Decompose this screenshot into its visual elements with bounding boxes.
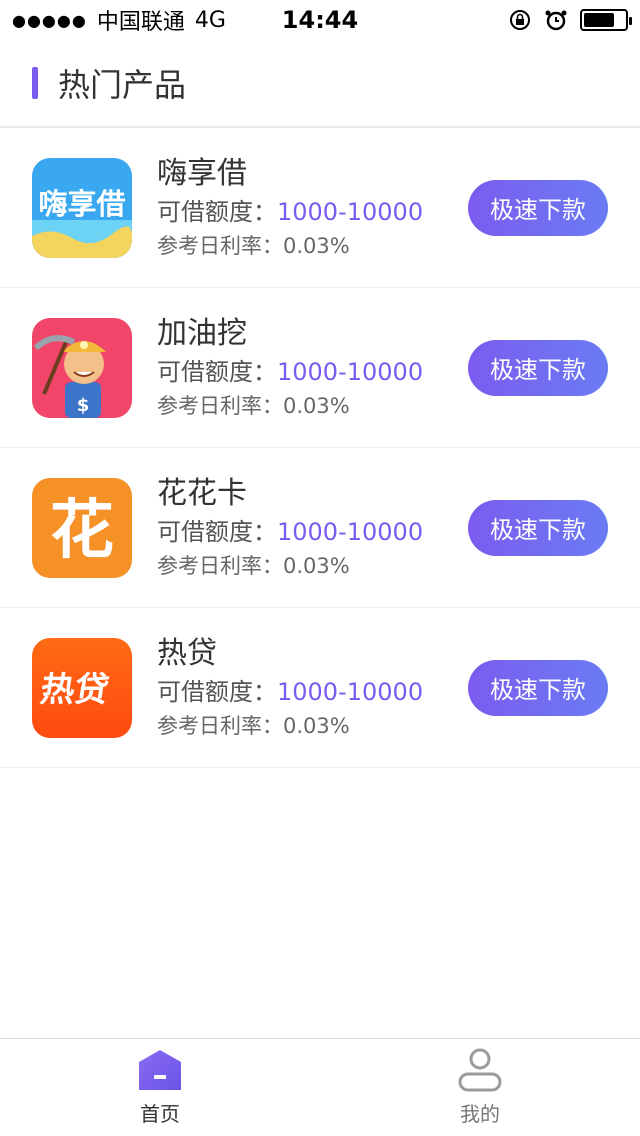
- alarm-icon: [545, 10, 567, 31]
- logo-text: 花: [50, 494, 114, 568]
- svg-text:$: $: [77, 395, 90, 416]
- page-title: 热门产品: [58, 66, 187, 104]
- rate-value: 0.03%: [283, 713, 350, 738]
- product-name: 花花卡: [157, 475, 247, 511]
- rate-row: 参考日利率：0.03%: [157, 550, 468, 582]
- tab-home[interactable]: 首页: [0, 1039, 320, 1136]
- rate-row: 参考日利率：0.03%: [157, 710, 468, 742]
- product-name: 加油挖: [157, 315, 247, 351]
- tab-label: 首页: [140, 1102, 180, 1126]
- product-name: 嗨享借: [157, 155, 247, 191]
- network-type: 4G: [194, 7, 226, 33]
- status-left: ●●●●● 中国联通 4G: [12, 4, 226, 36]
- rate-row: 参考日利率：0.03%: [157, 230, 468, 262]
- battery-level: [584, 13, 614, 27]
- apply-button[interactable]: 极速下款: [468, 499, 608, 556]
- rate-label: 参考日利率：: [157, 713, 283, 738]
- logo-text: 热贷: [38, 670, 112, 710]
- rate-value: 0.03%: [283, 393, 350, 418]
- amount-label: 可借额度：: [157, 517, 277, 546]
- app-logo-redai: 热贷: [32, 637, 132, 738]
- product-info: 嗨享借 可借额度：1000-10000 参考日利率：0.03%: [157, 154, 468, 262]
- amount-row: 可借额度：1000-10000: [157, 674, 468, 710]
- product-info: 热贷 可借额度：1000-10000 参考日利率：0.03%: [157, 634, 468, 742]
- app-logo-huahuaka: 花: [32, 477, 132, 578]
- tab-label: 我的: [460, 1102, 500, 1126]
- amount-label: 可借额度：: [157, 197, 277, 226]
- amount-value: 1000-10000: [277, 357, 424, 386]
- status-bar: ●●●●● 中国联通 4G 14:44: [0, 0, 640, 40]
- signal-icon: ●●●●●: [12, 10, 87, 30]
- amount-label: 可借额度：: [157, 357, 277, 386]
- list-item[interactable]: $ 加油挖 可借额度：1000-10000 参考日利率：0.03% 极速下款: [0, 288, 640, 448]
- rotation-lock-icon: [510, 10, 530, 30]
- list-item[interactable]: 嗨享借 嗨享借 可借额度：1000-10000 参考日利率：0.03% 极速下款: [0, 128, 640, 288]
- list-item[interactable]: 花 花花卡 可借额度：1000-10000 参考日利率：0.03% 极速下款: [0, 448, 640, 608]
- rate-value: 0.03%: [283, 233, 350, 258]
- home-icon: [139, 1050, 181, 1090]
- tab-mine[interactable]: 我的: [320, 1039, 640, 1136]
- amount-row: 可借额度：1000-10000: [157, 354, 468, 390]
- list-item[interactable]: 热贷 热贷 可借额度：1000-10000 参考日利率：0.03% 极速下款: [0, 608, 640, 768]
- apply-button[interactable]: 极速下款: [468, 339, 608, 396]
- amount-row: 可借额度：1000-10000: [157, 194, 468, 230]
- product-info: 花花卡 可借额度：1000-10000 参考日利率：0.03%: [157, 474, 468, 582]
- rate-label: 参考日利率：: [157, 393, 283, 418]
- product-list: 嗨享借 嗨享借 可借额度：1000-10000 参考日利率：0.03% 极速下款…: [0, 128, 640, 768]
- user-icon: [458, 1048, 502, 1092]
- apply-button[interactable]: 极速下款: [468, 659, 608, 716]
- amount-value: 1000-10000: [277, 517, 424, 546]
- rate-row: 参考日利率：0.03%: [157, 390, 468, 422]
- app-logo-haixiangjie: 嗨享借: [32, 157, 132, 258]
- header-accent-bar: [32, 67, 38, 99]
- amount-value: 1000-10000: [277, 197, 424, 226]
- apply-button[interactable]: 极速下款: [468, 179, 608, 236]
- carrier-name: 中国联通: [96, 10, 185, 35]
- product-name: 热贷: [157, 635, 217, 671]
- page-header: 热门产品: [0, 40, 640, 128]
- logo-text: 嗨享借: [38, 187, 125, 221]
- rate-label: 参考日利率：: [157, 553, 283, 578]
- rate-value: 0.03%: [283, 553, 350, 578]
- battery-icon: [580, 9, 632, 31]
- amount-value: 1000-10000: [277, 677, 424, 706]
- tab-bar: 首页 我的: [0, 1038, 640, 1136]
- app-logo-jiayouwa: $: [32, 317, 132, 418]
- amount-row: 可借额度：1000-10000: [157, 514, 468, 550]
- rate-label: 参考日利率：: [157, 233, 283, 258]
- status-right: [508, 8, 632, 32]
- product-info: 加油挖 可借额度：1000-10000 参考日利率：0.03%: [157, 314, 468, 422]
- amount-label: 可借额度：: [157, 677, 277, 706]
